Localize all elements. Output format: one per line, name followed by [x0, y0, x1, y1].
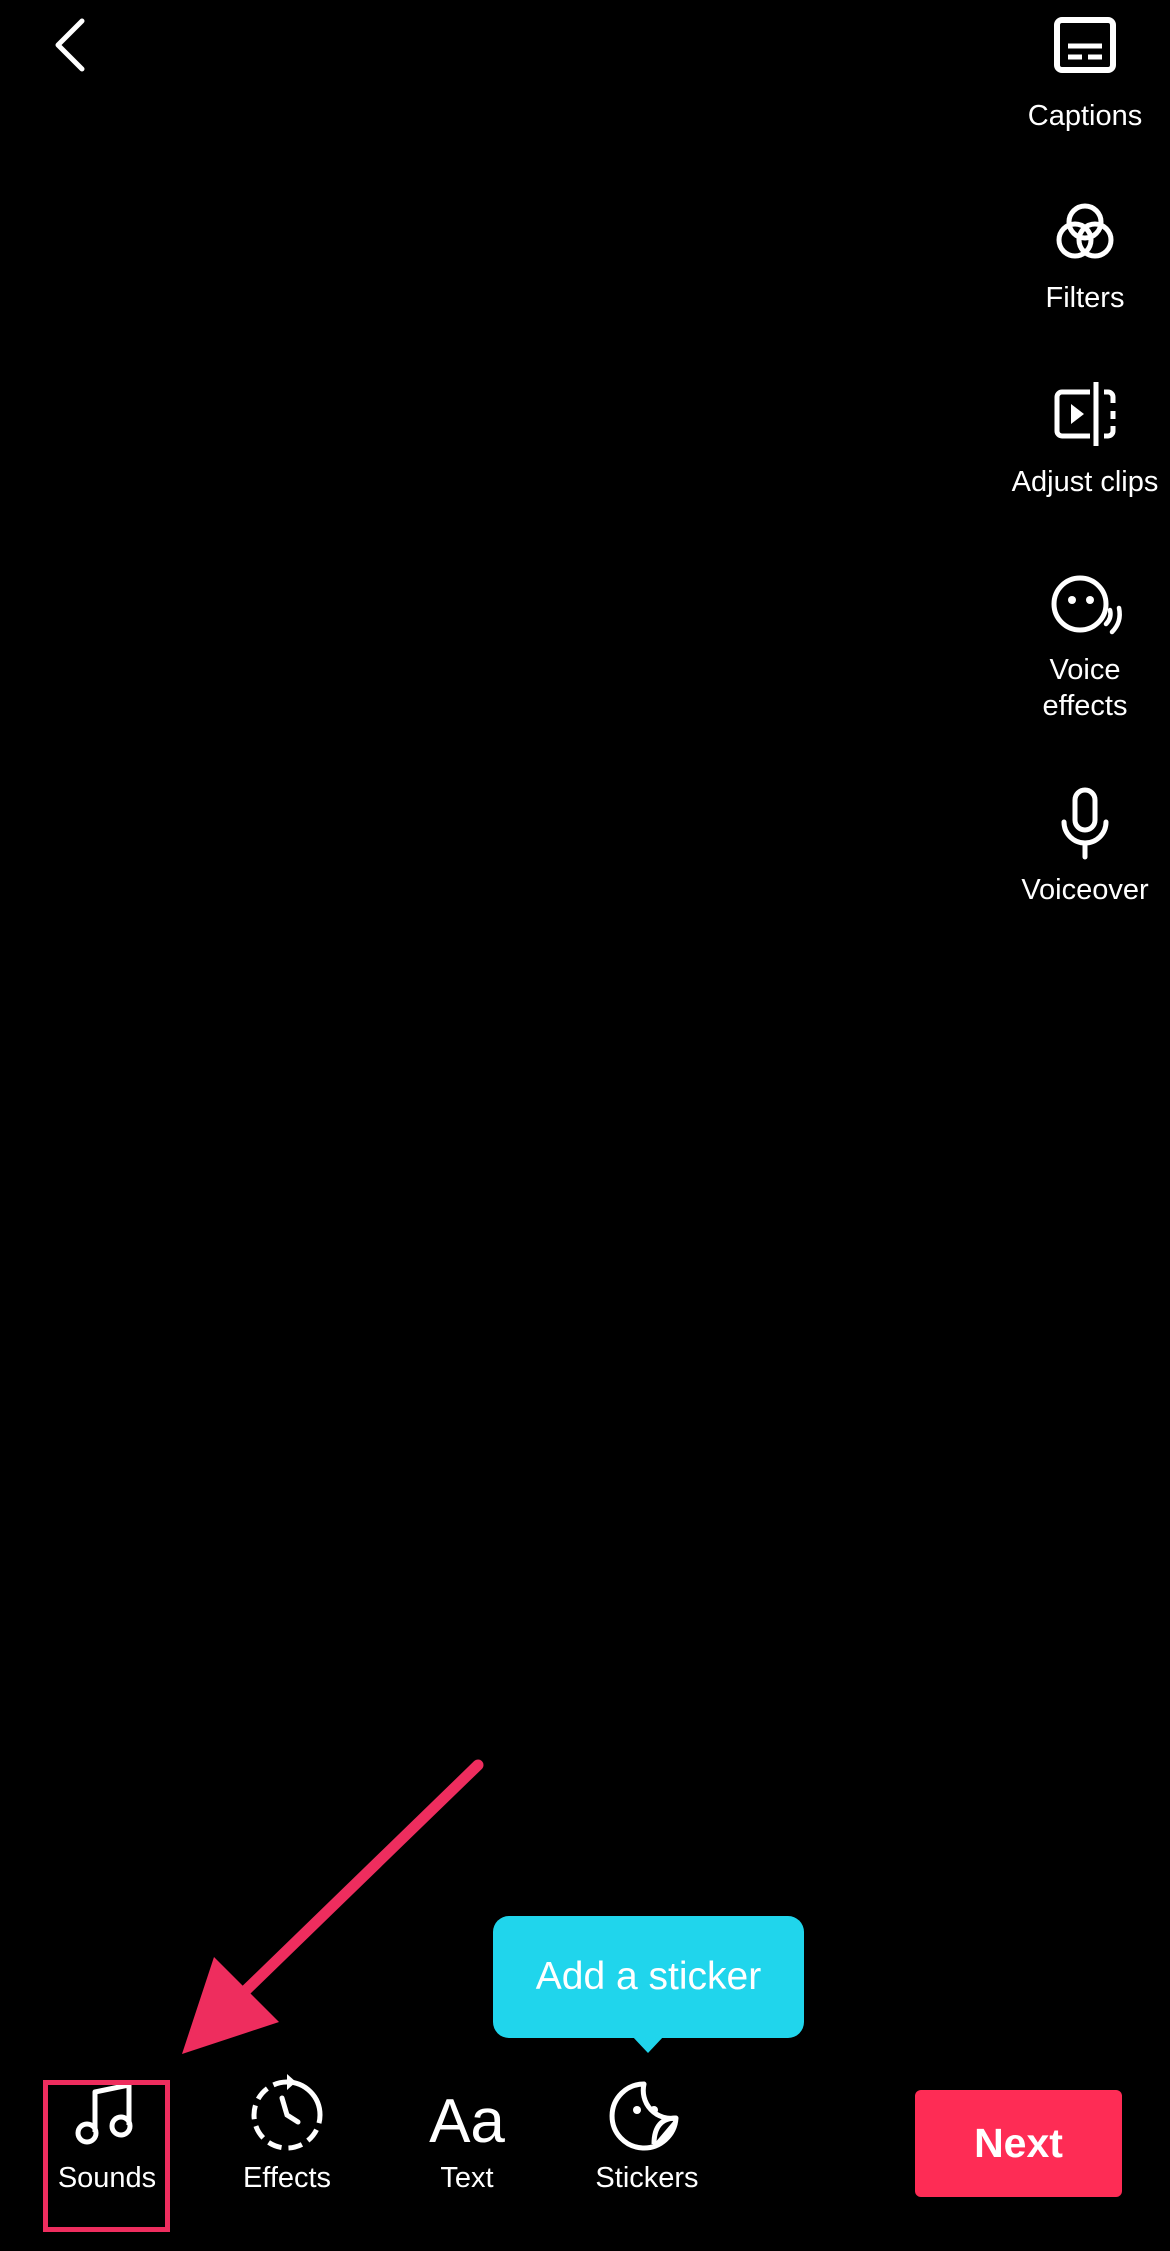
effects-button[interactable]: Effects — [217, 2070, 357, 2196]
add-sticker-tooltip: Add a sticker — [493, 1916, 804, 2038]
stickers-button[interactable]: Stickers — [577, 2070, 717, 2196]
voiceover-button[interactable]: Voiceover — [1000, 782, 1170, 908]
adjust-clips-button[interactable]: Adjust clips — [1000, 374, 1170, 500]
voice-effects-icon — [1051, 575, 1122, 635]
voice-effects-button[interactable]: Voice effects — [1000, 562, 1170, 724]
filters-icon — [1056, 203, 1114, 259]
filters-button[interactable]: Filters — [1000, 190, 1170, 316]
sounds-highlight-box — [43, 2080, 170, 2232]
back-button[interactable] — [40, 10, 100, 80]
chevron-left-icon — [55, 18, 85, 72]
text-label: Text — [440, 2162, 494, 2194]
svg-text:Aa: Aa — [429, 2087, 505, 2156]
next-button[interactable]: Next — [915, 2090, 1122, 2197]
annotation-arrow — [182, 1759, 484, 2054]
microphone-icon — [1061, 787, 1109, 860]
stickers-label: Stickers — [595, 2162, 699, 2194]
effects-timer-icon — [251, 2074, 323, 2151]
captions-label: Captions — [1027, 100, 1143, 132]
adjust-clips-label: Adjust clips — [1011, 466, 1159, 498]
voiceover-label: Voiceover — [1021, 874, 1149, 906]
captions-icon — [1054, 17, 1116, 73]
filters-label: Filters — [1045, 282, 1125, 314]
tooltip-tail — [632, 2036, 664, 2053]
effects-label: Effects — [242, 2162, 332, 2194]
text-button[interactable]: Aa Text — [397, 2070, 537, 2196]
adjust-clips-icon — [1054, 382, 1116, 446]
sticker-icon — [609, 2081, 679, 2151]
text-aa-icon: Aa — [429, 2087, 505, 2156]
voice-effects-label: Voice effects — [1042, 654, 1128, 722]
captions-button[interactable]: Captions — [1000, 8, 1170, 134]
